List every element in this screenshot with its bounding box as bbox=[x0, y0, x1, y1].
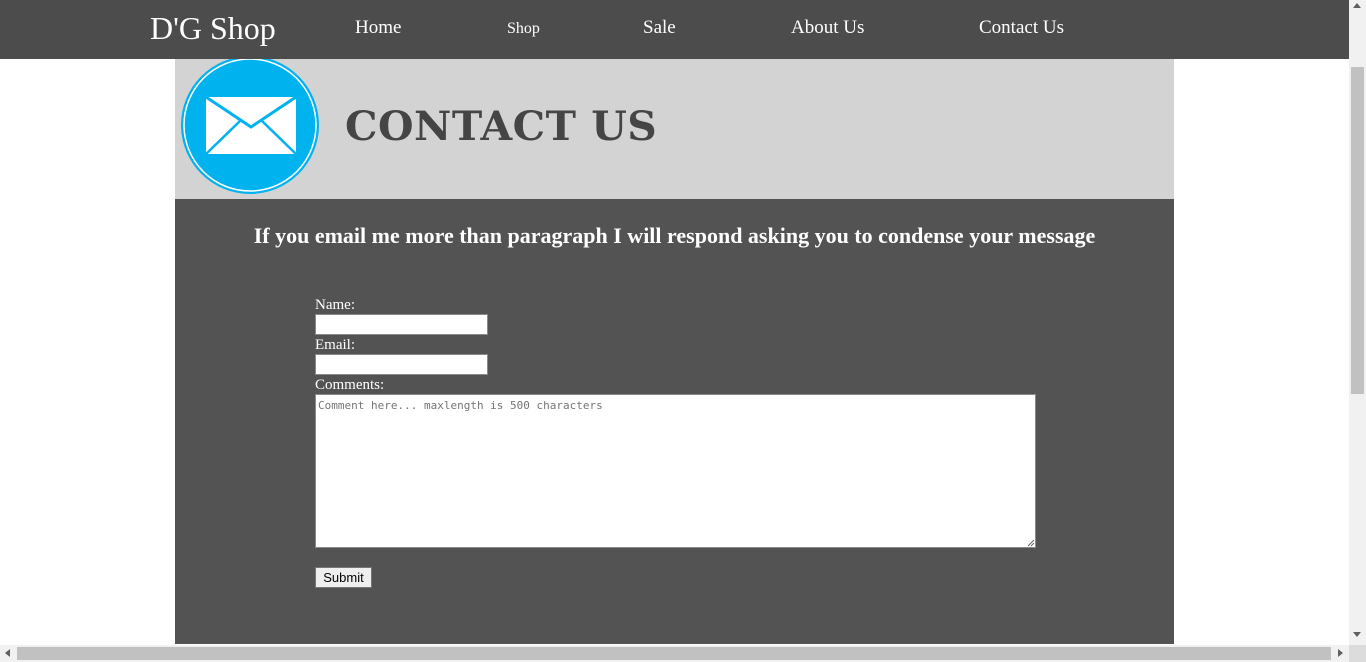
contact-form: Name: Email: Comments: Submit bbox=[315, 297, 1055, 588]
horizontal-scrollbar[interactable] bbox=[0, 645, 1349, 662]
nav-link-sale[interactable]: Sale bbox=[643, 17, 676, 39]
submit-button[interactable]: Submit bbox=[315, 567, 372, 588]
vertical-scroll-thumb[interactable] bbox=[1351, 67, 1364, 394]
resize-grip-icon[interactable] bbox=[1027, 539, 1035, 547]
name-label: Name: bbox=[315, 297, 355, 313]
nav-link-contact-us[interactable]: Contact Us bbox=[979, 17, 1064, 39]
horizontal-scroll-thumb[interactable] bbox=[17, 647, 1331, 660]
name-input[interactable] bbox=[315, 314, 488, 335]
scroll-down-arrow-icon[interactable] bbox=[1353, 632, 1361, 637]
contact-header-banner: CONTACT US bbox=[175, 59, 1174, 199]
envelope-icon bbox=[181, 59, 319, 194]
email-label: Email: bbox=[315, 337, 355, 353]
scrollbar-corner bbox=[1349, 645, 1366, 662]
email-input[interactable] bbox=[315, 354, 488, 375]
email-length-notice: If you email me more than paragraph I wi… bbox=[253, 223, 1096, 248]
scroll-right-arrow-icon[interactable] bbox=[1338, 649, 1343, 657]
vertical-scrollbar[interactable] bbox=[1349, 0, 1366, 645]
nav-link-shop[interactable]: Shop bbox=[507, 20, 540, 38]
comments-label: Comments: bbox=[315, 377, 385, 393]
contact-content-area: If you email me more than paragraph I wi… bbox=[175, 199, 1174, 644]
top-navigation-bar: D'G Shop Home Shop Sale About Us Contact… bbox=[0, 0, 1349, 59]
scroll-left-arrow-icon[interactable] bbox=[5, 649, 10, 657]
nav-link-home[interactable]: Home bbox=[355, 17, 401, 39]
nav-link-about-us[interactable]: About Us bbox=[791, 17, 864, 39]
brand-logo-text[interactable]: D'G Shop bbox=[150, 10, 276, 47]
page-title: CONTACT US bbox=[345, 103, 658, 150]
comments-textarea[interactable] bbox=[315, 394, 1036, 548]
scroll-up-arrow-icon[interactable] bbox=[1353, 3, 1361, 8]
